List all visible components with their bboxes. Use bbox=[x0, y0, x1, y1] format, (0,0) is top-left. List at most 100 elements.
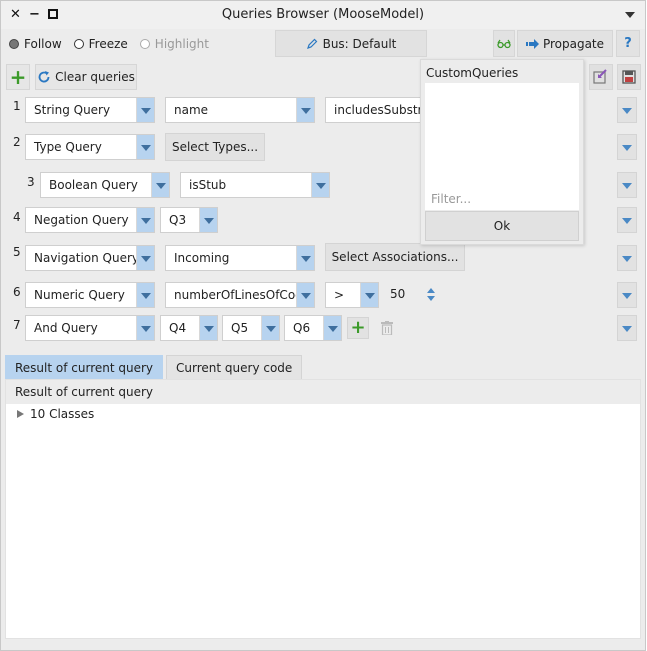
string-operator-dropdown[interactable]: includesSubstri bbox=[325, 97, 421, 123]
property-label: name bbox=[174, 103, 209, 117]
select-types-button[interactable]: Select Types... bbox=[165, 133, 265, 161]
help-button[interactable]: ? bbox=[616, 30, 640, 57]
radio-dot-icon bbox=[9, 39, 19, 49]
title-bar: ✕ − Queries Browser (MooseModel) bbox=[1, 1, 645, 29]
and-operand-dropdown[interactable]: Q5 bbox=[222, 315, 280, 341]
freeze-radio[interactable]: Freeze bbox=[73, 37, 128, 51]
query-type-label: String Query bbox=[34, 103, 111, 117]
query-row-menu-button[interactable] bbox=[617, 315, 637, 341]
query-type-label: Numeric Query bbox=[34, 288, 125, 302]
property-dropdown[interactable]: isStub bbox=[180, 172, 330, 198]
direction-label: Incoming bbox=[174, 251, 230, 265]
comparator-dropdown[interactable]: > bbox=[325, 282, 379, 308]
query-row-menu-button[interactable] bbox=[617, 282, 637, 308]
query-type-label: And Query bbox=[34, 321, 98, 335]
glasses-icon bbox=[497, 39, 511, 48]
filter-input[interactable]: Filter... bbox=[425, 192, 579, 210]
custom-queries-list[interactable] bbox=[425, 83, 579, 209]
chevron-down-icon bbox=[199, 316, 217, 340]
property-dropdown[interactable]: name bbox=[165, 97, 315, 123]
value-stepper-icon[interactable] bbox=[427, 288, 437, 304]
query-number: 2 bbox=[13, 135, 21, 149]
operand-label: Q3 bbox=[169, 213, 187, 227]
query-number: 4 bbox=[13, 210, 21, 224]
operand-label: Q6 bbox=[293, 321, 311, 335]
highlight-radio[interactable]: Highlight bbox=[139, 37, 209, 51]
chevron-down-icon bbox=[136, 316, 154, 340]
select-associations-button[interactable]: Select Associations... bbox=[325, 243, 465, 271]
popup-title: CustomQueries bbox=[426, 66, 519, 80]
query-type-dropdown[interactable]: Navigation Query bbox=[25, 245, 155, 271]
bus-button[interactable]: Bus: Default bbox=[275, 30, 427, 57]
custom-queries-popup: CustomQueries Filter... Ok bbox=[420, 59, 584, 245]
pencil-icon bbox=[306, 38, 317, 49]
query-type-dropdown[interactable]: And Query bbox=[25, 315, 155, 341]
import-icon bbox=[593, 69, 607, 84]
trash-icon[interactable] bbox=[381, 321, 393, 335]
follow-radio[interactable]: Follow bbox=[9, 37, 62, 51]
highlight-label: Highlight bbox=[154, 37, 209, 51]
query-type-dropdown[interactable]: Type Query bbox=[25, 134, 155, 160]
comparator-label: > bbox=[334, 288, 345, 302]
propagate-label: Propagate bbox=[542, 36, 605, 51]
query-row-menu-button[interactable] bbox=[617, 207, 637, 233]
expand-triangle-icon[interactable] bbox=[17, 410, 24, 418]
queries-browser-window: ✕ − Queries Browser (MooseModel) Follow … bbox=[0, 0, 646, 651]
query-type-dropdown[interactable]: Numeric Query bbox=[25, 282, 155, 308]
inspect-button[interactable] bbox=[493, 30, 515, 57]
tab-result-of-current-query[interactable]: Result of current query bbox=[5, 355, 164, 379]
ok-button[interactable]: Ok bbox=[425, 211, 579, 241]
query-row-menu-button[interactable] bbox=[617, 134, 637, 160]
chevron-down-icon bbox=[136, 98, 154, 122]
chevron-down-icon bbox=[136, 208, 154, 232]
result-pane: Result of current query 10 Classes bbox=[5, 379, 641, 639]
query-type-label: Navigation Query bbox=[34, 251, 140, 265]
window-title: Queries Browser (MooseModel) bbox=[221, 7, 425, 22]
clear-queries-button[interactable]: Clear queries bbox=[35, 64, 137, 90]
chevron-down-icon bbox=[136, 283, 154, 307]
window-menu-icon[interactable] bbox=[625, 12, 635, 18]
operator-label: includesSubstri bbox=[334, 103, 421, 117]
save-icon bbox=[622, 70, 636, 84]
query-number: 1 bbox=[13, 99, 21, 113]
result-header: Result of current query bbox=[6, 380, 640, 404]
load-queries-button[interactable] bbox=[589, 64, 613, 90]
add-query-button[interactable]: + bbox=[6, 64, 30, 90]
query-type-dropdown[interactable]: String Query bbox=[25, 97, 155, 123]
property-label: numberOfLinesOfCode bbox=[174, 288, 311, 302]
query-type-dropdown[interactable]: Boolean Query bbox=[40, 172, 170, 198]
query-row-menu-button[interactable] bbox=[617, 97, 637, 123]
chevron-down-icon bbox=[296, 98, 314, 122]
direction-dropdown[interactable]: Incoming bbox=[165, 245, 315, 271]
chevron-down-icon bbox=[151, 173, 169, 197]
chevron-down-icon bbox=[136, 135, 154, 159]
chevron-down-icon bbox=[323, 316, 341, 340]
radio-dot-icon bbox=[73, 39, 84, 49]
and-operand-dropdown[interactable]: Q6 bbox=[284, 315, 342, 341]
tree-item[interactable]: 10 Classes bbox=[17, 407, 94, 421]
query-type-label: Negation Query bbox=[34, 213, 129, 227]
chevron-down-icon bbox=[311, 173, 329, 197]
follow-label: Follow bbox=[24, 37, 62, 51]
numeric-value[interactable]: 50 bbox=[390, 287, 405, 301]
operand-label: Q4 bbox=[169, 321, 187, 335]
clear-queries-label: Clear queries bbox=[55, 70, 135, 84]
operand-label: Q5 bbox=[231, 321, 249, 335]
chevron-down-icon bbox=[261, 316, 279, 340]
mode-radio-group: Follow Freeze Highlight bbox=[9, 37, 209, 51]
query-type-label: Type Query bbox=[34, 140, 102, 154]
query-row-menu-button[interactable] bbox=[617, 172, 637, 198]
query-number: 7 bbox=[13, 318, 21, 332]
query-number: 6 bbox=[13, 285, 21, 299]
query-type-label: Boolean Query bbox=[49, 178, 138, 192]
query-type-dropdown[interactable]: Negation Query bbox=[25, 207, 155, 233]
property-dropdown[interactable]: numberOfLinesOfCode bbox=[165, 282, 315, 308]
query-row-menu-button[interactable] bbox=[617, 245, 637, 271]
negated-query-dropdown[interactable]: Q3 bbox=[160, 207, 218, 233]
save-queries-button[interactable] bbox=[617, 64, 641, 90]
propagate-button[interactable]: Propagate bbox=[517, 30, 613, 57]
add-operand-button[interactable]: + bbox=[347, 317, 369, 339]
chevron-down-icon bbox=[136, 246, 154, 270]
tab-current-query-code[interactable]: Current query code bbox=[166, 355, 303, 379]
and-operand-dropdown[interactable]: Q4 bbox=[160, 315, 218, 341]
